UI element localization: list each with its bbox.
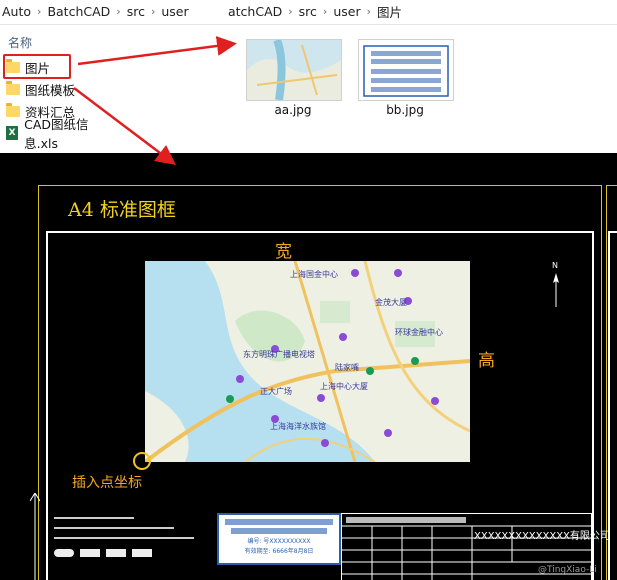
arrow-to-images (77, 36, 237, 66)
arrow-to-cad (73, 87, 176, 166)
annotation-arrows (73, 36, 237, 166)
